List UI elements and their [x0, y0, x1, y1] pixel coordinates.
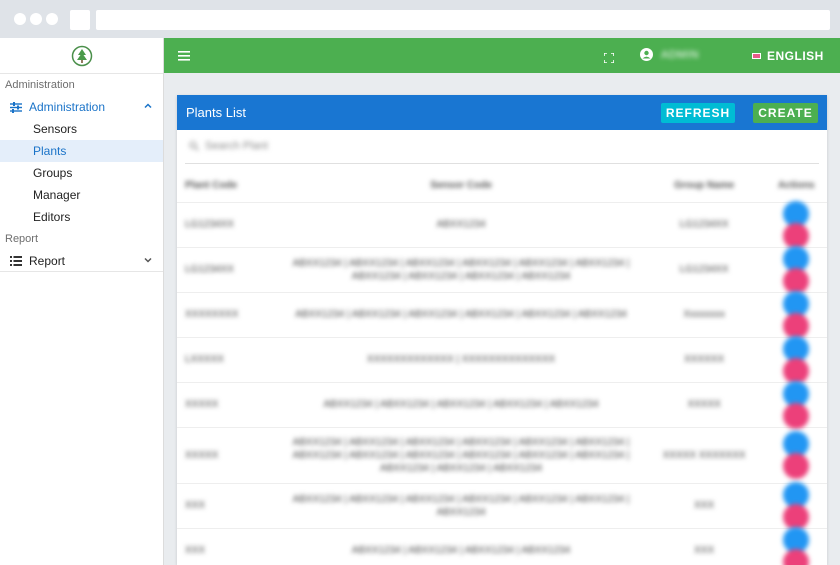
plants-table: Plant Code Sensor Code Group Name Action…: [177, 170, 827, 565]
cell-group: XXX: [642, 527, 766, 565]
search-underline: [185, 163, 819, 164]
window-dot: [30, 13, 42, 25]
cell-plant-code: XXX: [177, 482, 280, 528]
cell-plant-code: LG1234XX: [177, 201, 280, 247]
column-header[interactable]: Sensor Code: [279, 170, 642, 202]
cell-group: XXXXX: [642, 381, 766, 427]
browser-tab[interactable]: [70, 10, 90, 30]
cell-group: XXXXX XXXXXXX: [642, 426, 766, 483]
window-dot: [46, 13, 58, 25]
top-bar: ADMIN ENGLISH: [164, 38, 840, 73]
section-label-report: Report: [5, 233, 39, 245]
table-row: LXXXXX XXXXXXXXXXXXX | XXXXXXXXXXXXXX XX…: [177, 335, 827, 384]
cell-plant-code: XXX: [177, 527, 280, 565]
delete-button[interactable]: [783, 503, 810, 530]
cell-group: XXX: [642, 482, 766, 528]
cell-sensors: ABXX1234 | ABXX1234 | ABXX1234 | ABXX123…: [279, 246, 643, 292]
delete-button[interactable]: [783, 222, 810, 249]
table-row: XXX ABXX1234 | ABXX1234 | ABXX1234 | ABX…: [177, 526, 827, 565]
nav-administration[interactable]: Administration: [0, 96, 163, 118]
delete-button[interactable]: [783, 453, 810, 479]
refresh-button[interactable]: REFRESH: [661, 103, 735, 123]
cell-sensors: ABXX1234 | ABXX1234 | ABXX1234 | ABXX123…: [279, 381, 643, 427]
table-header-row: Plant Code Sensor Code Group Name Action…: [177, 170, 827, 202]
delete-button[interactable]: [783, 312, 810, 339]
nav-item-groups[interactable]: Groups: [0, 162, 163, 184]
cell-group: LG1234XX: [642, 246, 766, 292]
cell-sensors: ABXX1234 | ABXX1234 | ABXX1234 | ABXX123…: [279, 527, 643, 565]
search-icon: [189, 141, 199, 151]
flag-icon: [752, 53, 761, 59]
cell-sensors: ABXX1234: [279, 201, 643, 247]
table-row: LG1234XX ABXX1234 | ABXX1234 | ABXX1234 …: [177, 245, 827, 294]
create-button[interactable]: CREATE: [753, 103, 818, 123]
page-title: Plants List: [186, 105, 246, 120]
nav-report-label: Report: [29, 253, 66, 268]
hamburger-icon[interactable]: [178, 48, 194, 62]
card-header: Plants List REFRESH CREATE: [177, 95, 827, 130]
language-selector[interactable]: ENGLISH: [752, 49, 824, 63]
section-label-administration: Administration: [5, 79, 75, 91]
cell-sensors: ABXX1234 | ABXX1234 | ABXX1234 | ABXX123…: [279, 426, 643, 483]
account-circle-icon: [640, 48, 653, 61]
table-row: XXXXX ABXX1234 | ABXX1234 | ABXX1234 | A…: [177, 426, 827, 483]
table-row: XXXXXXXX ABXX1234 | ABXX1234 | ABXX1234 …: [177, 290, 827, 339]
column-header[interactable]: Group Name: [643, 170, 766, 202]
nav-report[interactable]: Report: [0, 250, 163, 272]
nav-item-manager[interactable]: Manager: [0, 184, 163, 206]
table-row: XXXXX ABXX1234 | ABXX1234 | ABXX1234 | A…: [177, 380, 827, 429]
delete-button[interactable]: [783, 548, 810, 565]
cell-plant-code: LG1234XX: [177, 246, 280, 292]
nav-administration-label: Administration: [29, 100, 106, 114]
delete-button[interactable]: [783, 357, 810, 384]
logo-icon: [71, 45, 92, 66]
chevron-down-icon: [143, 254, 153, 268]
cell-group: XXXXXX: [642, 336, 766, 382]
chevron-up-icon: [143, 100, 153, 114]
address-bar[interactable]: [96, 10, 830, 30]
language-label: ENGLISH: [767, 49, 824, 63]
delete-button[interactable]: [783, 402, 810, 429]
delete-button[interactable]: [783, 267, 810, 294]
list-icon: [10, 255, 24, 266]
user-menu[interactable]: ADMIN: [640, 48, 699, 61]
search-input: Search Plant: [205, 140, 268, 152]
cell-sensors: ABXX1234 | ABXX1234 | ABXX1234 | ABXX123…: [279, 482, 643, 528]
column-header: Actions: [777, 180, 815, 192]
cell-sensors: ABXX1234 | ABXX1234 | ABXX1234 | ABXX123…: [279, 291, 643, 337]
browser-chrome: [0, 0, 840, 38]
cell-sensors: XXXXXXXXXXXXX | XXXXXXXXXXXXXX: [279, 336, 643, 382]
user-name: ADMIN: [661, 48, 699, 61]
nav-item-editors[interactable]: Editors: [0, 206, 163, 228]
cell-plant-code: XXXXXXXX: [177, 291, 280, 337]
nav-item-sensors[interactable]: Sensors: [0, 118, 163, 140]
tune-icon: [10, 101, 24, 113]
table-row: LG1234XX ABXX1234 LG1234XX: [177, 200, 827, 249]
cell-plant-code: LXXXXX: [177, 336, 280, 382]
search-bar[interactable]: Search Plant: [177, 130, 827, 162]
cell-group: Xxxxxxxx: [642, 291, 766, 337]
app-logo[interactable]: [0, 38, 163, 74]
cell-plant-code: XXXXX: [177, 381, 280, 427]
sidebar: Administration Administration Sensors Pl…: [0, 38, 164, 565]
plants-card: Plants List REFRESH CREATE Search Plant …: [177, 95, 827, 565]
nav-item-plants[interactable]: Plants: [0, 140, 163, 162]
column-header[interactable]: Plant Code: [177, 170, 279, 202]
cell-group: LG1234XX: [642, 201, 766, 247]
cell-plant-code: XXXXX: [177, 426, 280, 483]
fullscreen-icon[interactable]: [603, 50, 615, 68]
window-dot: [14, 13, 26, 25]
table-row: XXX ABXX1234 | ABXX1234 | ABXX1234 | ABX…: [177, 481, 827, 530]
